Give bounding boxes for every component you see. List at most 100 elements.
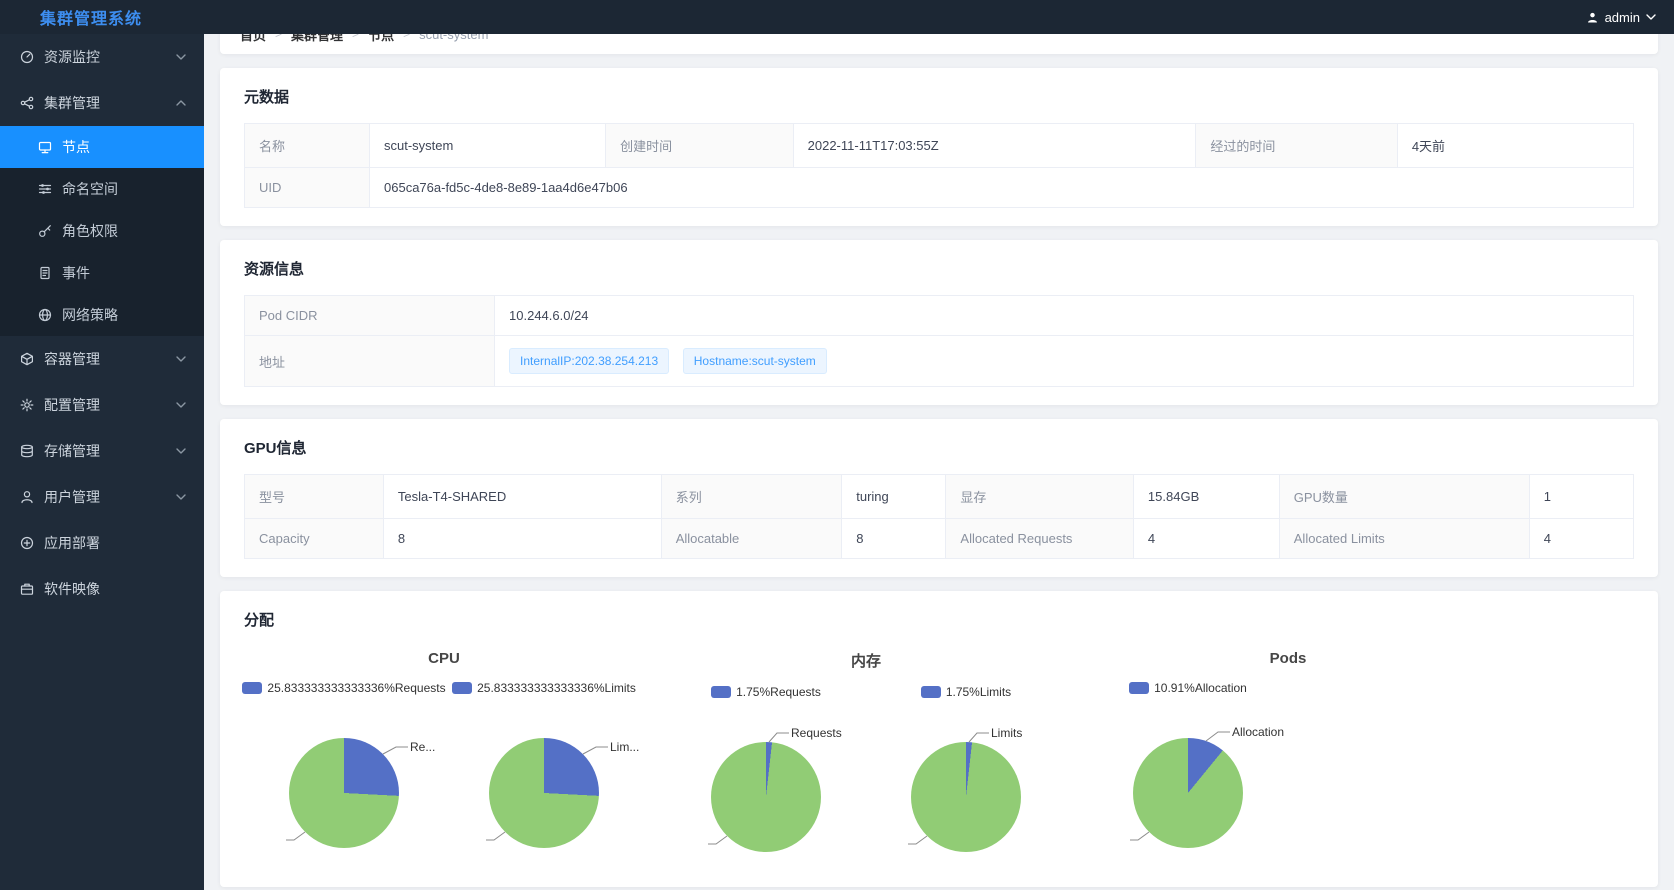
pie-label-lines bbox=[866, 707, 1066, 869]
field-label: 型号 bbox=[245, 475, 384, 519]
field-value: 15.84GB bbox=[1133, 475, 1279, 519]
field-value: 4天前 bbox=[1397, 124, 1633, 168]
user-menu[interactable]: admin bbox=[1586, 10, 1674, 25]
sidebar-item-label: 角色权限 bbox=[62, 221, 118, 241]
sidebar-item-user-management[interactable]: 用户管理 bbox=[0, 474, 204, 520]
table-row: UID 065ca76a-fd5c-4de8-8e89-1aa4d6e47b06 bbox=[245, 168, 1634, 208]
sidebar-item-label: 集群管理 bbox=[44, 93, 100, 113]
legend-item[interactable]: 1.75%Limits bbox=[921, 685, 1011, 699]
pie-chart-pods-allocation: 10.91%Allocation Allocation bbox=[1088, 681, 1288, 865]
legend-marker bbox=[921, 686, 941, 698]
legend-marker bbox=[452, 682, 472, 694]
chart-title: 内存 bbox=[666, 650, 1066, 671]
field-label: 创建时间 bbox=[606, 124, 794, 168]
cluster-submenu: 节点 命名空间 角色权限 事件 网络策略 bbox=[0, 126, 204, 336]
field-label: 地址 bbox=[245, 336, 495, 387]
sidebar-item-label: 网络策略 bbox=[62, 305, 118, 325]
legend-label: 1.75%Limits bbox=[946, 685, 1011, 699]
charts-row: CPU 25.833333333333336%Requests bbox=[244, 646, 1634, 869]
sidebar-item-label: 资源监控 bbox=[44, 47, 100, 67]
field-label: 系列 bbox=[661, 475, 842, 519]
field-value: turing bbox=[842, 475, 946, 519]
sidebar-item-cluster-management[interactable]: 集群管理 bbox=[0, 80, 204, 126]
legend-label: 1.75%Requests bbox=[736, 685, 821, 699]
field-value: 1 bbox=[1529, 475, 1633, 519]
field-label: Allocated Requests bbox=[946, 519, 1134, 559]
card-title: 分配 bbox=[244, 609, 1634, 630]
field-label: 名称 bbox=[245, 124, 370, 168]
field-value: 4 bbox=[1133, 519, 1279, 559]
resource-table: Pod CIDR 10.244.6.0/24 地址 InternalIP:202… bbox=[244, 295, 1634, 387]
pie-chart-cpu-limits: 25.833333333333336%Limits Lim... bbox=[444, 681, 644, 865]
chevron-down-icon bbox=[176, 402, 186, 408]
sidebar-item-storage-management[interactable]: 存储管理 bbox=[0, 428, 204, 474]
sidebar: 资源监控 集群管理 节点 命名空间 角色权限 事件 网络策略 容器管理 bbox=[0, 34, 204, 890]
table-row: Pod CIDR 10.244.6.0/24 bbox=[245, 296, 1634, 336]
field-label: Pod CIDR bbox=[245, 296, 495, 336]
cluster-icon bbox=[20, 96, 34, 110]
chevron-down-icon bbox=[1646, 14, 1656, 20]
gpu-card: GPU信息 型号 Tesla-T4-SHARED 系列 turing 显存 15… bbox=[220, 419, 1658, 577]
field-value: Tesla-T4-SHARED bbox=[383, 475, 661, 519]
sidebar-item-label: 容器管理 bbox=[44, 349, 100, 369]
field-value: 065ca76a-fd5c-4de8-8e89-1aa4d6e47b06 bbox=[370, 168, 1634, 208]
sidebar-item-label: 用户管理 bbox=[44, 487, 100, 507]
legend-marker bbox=[1129, 682, 1149, 694]
legend-marker bbox=[711, 686, 731, 698]
legend-item[interactable]: 1.75%Requests bbox=[711, 685, 821, 699]
sidebar-item-roles[interactable]: 角色权限 bbox=[0, 210, 204, 252]
document-icon bbox=[38, 266, 52, 280]
person-icon bbox=[20, 490, 34, 504]
pie-chart-memory-requests: 1.75%Requests Requests bbox=[666, 685, 866, 869]
legend-label: 10.91%Allocation bbox=[1154, 681, 1247, 695]
pie-chart-cpu-requests: 25.833333333333336%Requests Re... bbox=[244, 681, 444, 865]
legend-item[interactable]: 25.833333333333336%Limits bbox=[452, 681, 636, 695]
pie-chart-memory-limits: 1.75%Limits Limits bbox=[866, 685, 1066, 869]
sidebar-item-network-policies[interactable]: 网络策略 bbox=[0, 294, 204, 336]
key-icon bbox=[38, 224, 52, 238]
pie-slice-label: Re... bbox=[410, 740, 435, 754]
sidebar-item-app-deploy[interactable]: 应用部署 bbox=[0, 520, 204, 566]
field-value: 2022-11-11T17:03:55Z bbox=[793, 124, 1196, 168]
plus-circle-icon bbox=[20, 536, 34, 550]
metadata-table: 名称 scut-system 创建时间 2022-11-11T17:03:55Z… bbox=[244, 123, 1634, 208]
field-value: 10.244.6.0/24 bbox=[495, 296, 1634, 336]
sidebar-item-namespaces[interactable]: 命名空间 bbox=[0, 168, 204, 210]
sidebar-item-label: 命名空间 bbox=[62, 179, 118, 199]
chevron-down-icon bbox=[176, 54, 186, 60]
sidebar-item-config-management[interactable]: 配置管理 bbox=[0, 382, 204, 428]
sidebar-item-label: 事件 bbox=[62, 263, 90, 283]
field-value: 8 bbox=[383, 519, 661, 559]
globe-icon bbox=[38, 308, 52, 322]
field-value: InternalIP:202.38.254.213 Hostname:scut-… bbox=[495, 336, 1634, 387]
card-title: 元数据 bbox=[244, 86, 1634, 107]
legend-item[interactable]: 10.91%Allocation bbox=[1129, 681, 1247, 695]
chart-group-cpu: CPU 25.833333333333336%Requests bbox=[244, 650, 644, 869]
pie-label-lines bbox=[244, 703, 444, 865]
field-label: 经过的时间 bbox=[1196, 124, 1397, 168]
chevron-down-icon bbox=[176, 494, 186, 500]
sidebar-item-software-images[interactable]: 软件映像 bbox=[0, 566, 204, 612]
sidebar-item-label: 软件映像 bbox=[44, 579, 100, 599]
field-value: 4 bbox=[1529, 519, 1633, 559]
chart-group-memory: 内存 1.75%Requests Re bbox=[666, 650, 1066, 869]
cube-icon bbox=[20, 352, 34, 366]
chevron-up-icon bbox=[176, 100, 186, 106]
field-value: scut-system bbox=[370, 124, 606, 168]
gpu-table: 型号 Tesla-T4-SHARED 系列 turing 显存 15.84GB … bbox=[244, 474, 1634, 559]
gauge-icon bbox=[20, 50, 34, 64]
sidebar-item-nodes[interactable]: 节点 bbox=[0, 126, 204, 168]
table-row: 型号 Tesla-T4-SHARED 系列 turing 显存 15.84GB … bbox=[245, 475, 1634, 519]
legend-label: 25.833333333333336%Requests bbox=[267, 681, 445, 695]
pie-slice-label: Lim... bbox=[610, 740, 639, 754]
sidebar-item-resource-monitor[interactable]: 资源监控 bbox=[0, 34, 204, 80]
chart-group-pods: Pods 10.91%Allocation bbox=[1088, 650, 1488, 869]
field-label: UID bbox=[245, 168, 370, 208]
sidebar-item-events[interactable]: 事件 bbox=[0, 252, 204, 294]
node-icon bbox=[38, 140, 52, 154]
field-label: Capacity bbox=[245, 519, 384, 559]
sidebar-item-container-management[interactable]: 容器管理 bbox=[0, 336, 204, 382]
legend-item[interactable]: 25.833333333333336%Requests bbox=[242, 681, 445, 695]
field-label: 显存 bbox=[946, 475, 1134, 519]
field-label: Allocated Limits bbox=[1279, 519, 1529, 559]
